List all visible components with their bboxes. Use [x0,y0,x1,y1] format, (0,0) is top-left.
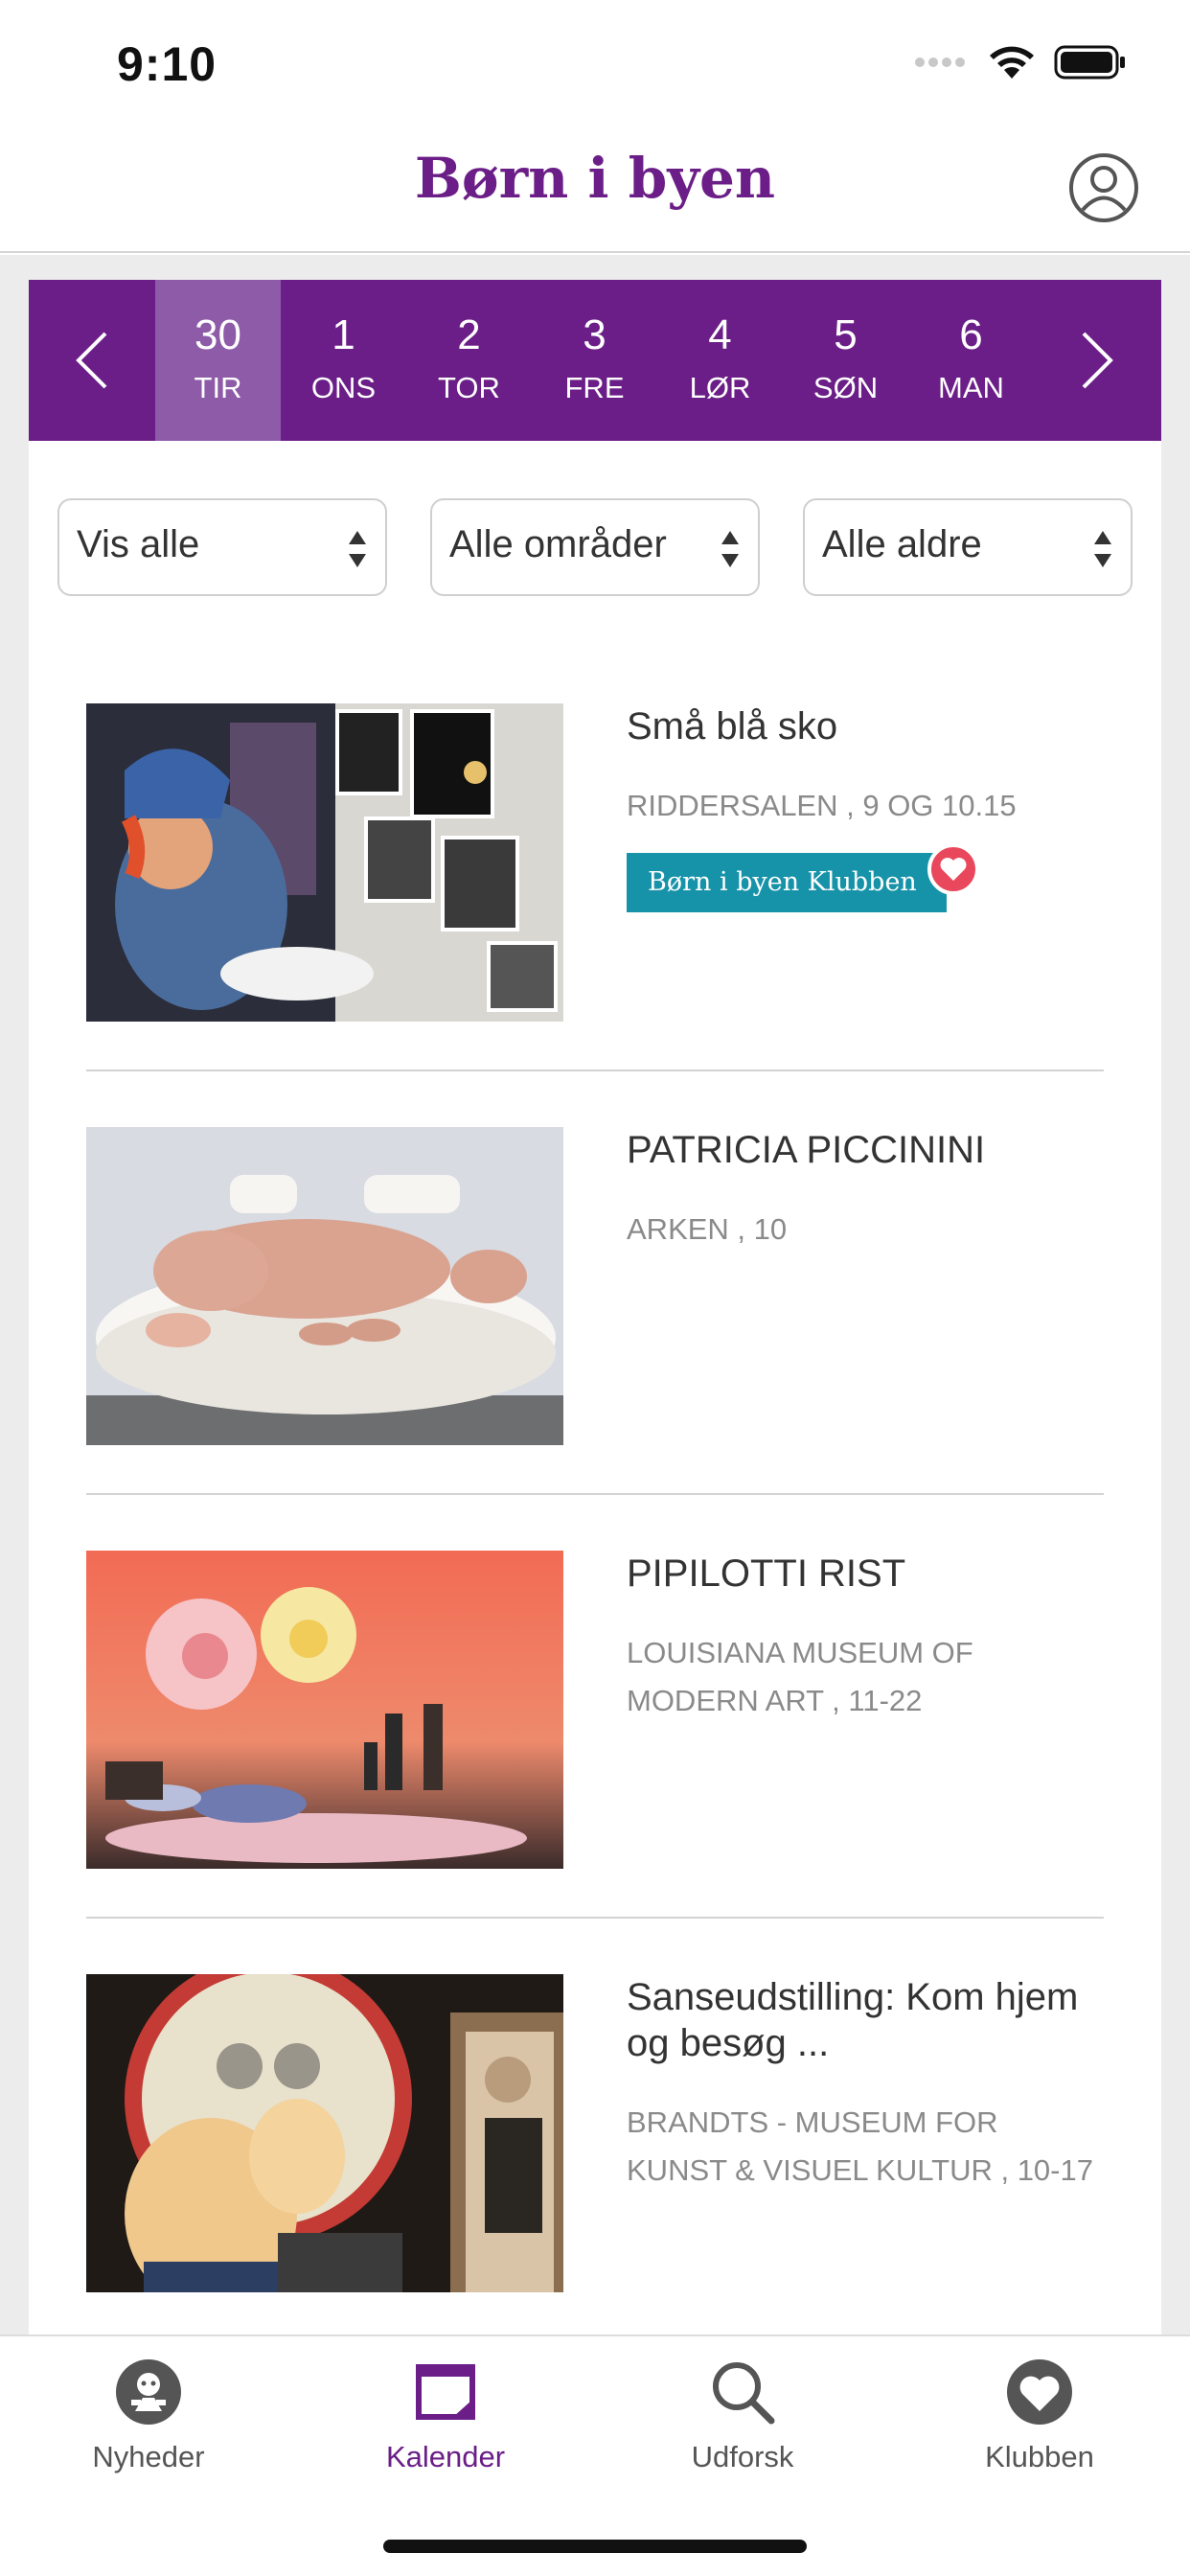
day-tile-0[interactable]: 30 TIR [155,280,281,441]
day-number: 2 [457,311,481,358]
area-filter-select[interactable]: Alle områder [430,498,760,596]
select-arrows-icon [1094,531,1111,567]
event-place: RIDDERSALEN , 9 OG 10.15 [627,789,1017,822]
tab-label: Udforsk [691,2440,794,2473]
day-number: 1 [332,311,355,358]
type-filter-select[interactable]: Vis alle [57,498,387,596]
day-number: 3 [583,311,606,358]
filter-bar: Vis alle Alle områder Alle aldre [57,498,1133,596]
day-name: TOR [438,371,500,404]
filter-label: Alle områder [449,523,667,565]
date-strip: 30 TIR 1 ONS 2 TOR 3 FRE 4 LØR 5 SØN 6 M… [29,280,1161,441]
battery-icon [1054,45,1125,80]
event-title: PIPILOTTI RIST [627,1552,906,1595]
event-image [86,1127,563,1445]
select-arrows-icon [349,531,366,567]
day-tile-5[interactable]: 5 SØN [783,280,908,441]
club-badge: Børn i byen Klubben [627,853,947,912]
event-image [86,1551,563,1869]
event-item[interactable]: Små blå sko RIDDERSALEN , 9 OG 10.15 Bør… [86,703,1104,1129]
event-place: LOUISIANA MUSEUM OF MODERN ART , 11-22 [627,1636,973,1717]
list-divider [86,1493,1104,1495]
signal-icon [915,58,965,67]
day-number: 6 [959,311,983,358]
event-place: ARKEN , 10 [627,1212,788,1246]
age-filter-select[interactable]: Alle aldre [803,498,1133,596]
day-name: TIR [194,371,242,404]
heart-icon [1007,2359,1072,2425]
event-place: BRANDTS - MUSEUM FOR KUNST & VISUEL KULT… [627,2105,1093,2187]
prev-week-button[interactable] [29,280,155,441]
event-image [86,703,563,1022]
filter-label: Alle aldre [822,523,982,565]
day-name: MAN [938,371,1004,404]
day-tile-2[interactable]: 2 TOR [406,280,532,441]
event-image [86,1974,563,2292]
app-header: Børn i byen [0,125,1190,253]
day-number: 4 [708,311,732,358]
day-tile-4[interactable]: 4 LØR [657,280,783,441]
day-number: 5 [834,311,858,358]
select-arrows-icon [721,531,739,567]
event-item[interactable]: PIPILOTTI RIST LOUISIANA MUSEUM OF MODER… [86,1551,1104,1976]
tab-label: Klubben [985,2440,1094,2473]
list-divider [86,1070,1104,1071]
event-item[interactable]: PATRICIA PICCININI ARKEN , 10 [86,1127,1104,1552]
status-time: 9:10 [117,37,217,91]
tab-klubben[interactable]: Klubben [891,2358,1188,2492]
day-number: 30 [195,311,241,358]
event-title: PATRICIA PICCININI [627,1129,986,1171]
tab-label: Kalender [385,2440,506,2473]
day-name: LØR [689,371,751,404]
day-tile-6[interactable]: 6 MAN [908,280,1034,441]
nyheder-icon [116,2359,181,2425]
home-indicator [383,2540,807,2553]
chevron-right-icon [1082,332,1113,389]
status-bar: 9:10 [0,0,1190,125]
day-name: FRE [564,371,625,404]
heart-badge-icon [927,843,979,895]
event-title: Sanseudstilling: Kom hjem og besøg ... [627,1976,1079,2064]
next-week-button[interactable] [1034,280,1160,441]
tab-nyheder[interactable]: Nyheder [0,2358,297,2492]
day-name: ONS [310,371,377,404]
day-name: SØN [812,371,879,404]
day-tile-3[interactable]: 3 FRE [532,280,657,441]
event-title: Små blå sko [627,705,838,748]
tab-kalender[interactable]: Kalender [297,2358,594,2492]
status-icons [914,44,1127,80]
profile-icon[interactable] [1067,151,1140,224]
app-logo: Børn i byen [414,146,776,211]
tab-label: Nyheder [92,2440,205,2473]
list-divider [86,1917,1104,1919]
search-icon [713,2362,775,2425]
chevron-left-icon [76,332,107,389]
main-content: 30 TIR 1 ONS 2 TOR 3 FRE 4 LØR 5 SØN 6 M… [29,280,1161,2334]
tab-udforsk[interactable]: Udforsk [594,2358,891,2492]
event-item[interactable]: Sanseudstilling: Kom hjem og besøg ... B… [86,1974,1104,2334]
day-tile-1[interactable]: 1 ONS [281,280,406,441]
wifi-icon [990,46,1034,79]
calendar-icon [416,2364,475,2420]
filter-label: Vis alle [77,523,200,565]
